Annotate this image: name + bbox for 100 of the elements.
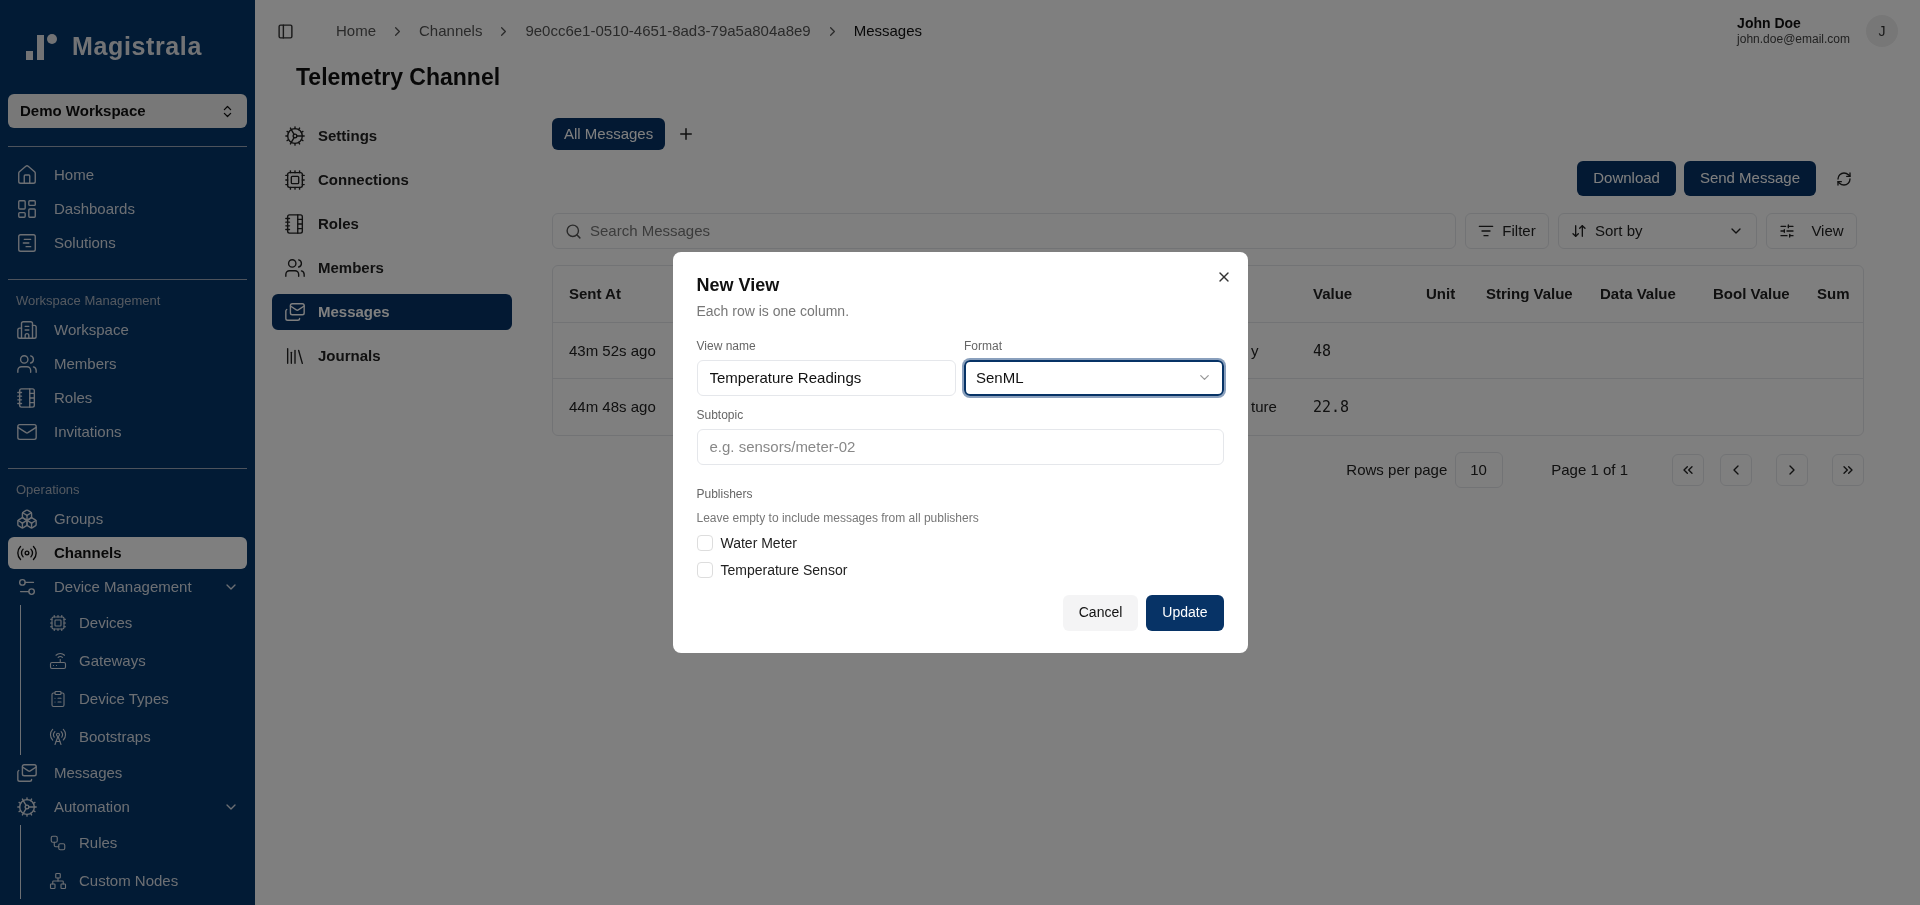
sidebar-toggle-icon[interactable] — [277, 22, 294, 40]
sliders-icon — [16, 576, 38, 598]
nav-item[interactable]: Workspace — [8, 314, 247, 346]
nav-item[interactable]: Roles — [8, 382, 247, 414]
nav-subitem[interactable]: Devices — [41, 605, 247, 641]
nav-item[interactable]: Automation — [8, 791, 247, 823]
router-icon — [49, 652, 67, 670]
cancel-button[interactable]: Cancel — [1062, 594, 1139, 631]
search-field[interactable]: Search Messages — [552, 213, 1456, 249]
chip-icon — [49, 614, 67, 632]
dialog-title: New View — [696, 274, 781, 297]
mail-icon — [16, 421, 38, 443]
subtopic-field[interactable]: e.g. sensors/meter-02 — [696, 428, 1224, 465]
nav-subitem[interactable]: Rules — [41, 825, 247, 861]
nav-item[interactable]: Channels — [8, 537, 247, 569]
action-button[interactable]: Download — [1577, 161, 1676, 196]
notebook-icon — [284, 213, 306, 235]
cog-icon — [284, 125, 306, 147]
section-label: Workspace Management — [15, 292, 162, 311]
column-header: Data Value — [1599, 285, 1676, 302]
dashboard-icon — [16, 198, 38, 220]
nav-subitem[interactable]: Gateways — [41, 643, 247, 679]
chip-icon — [284, 169, 306, 191]
column-header: Sent At — [568, 285, 621, 302]
sort-select[interactable]: Sort by — [1558, 213, 1757, 249]
subnav-item[interactable]: Messages — [272, 294, 512, 330]
nav-item[interactable]: Groups — [8, 503, 247, 535]
table-cell-text: 44m 48s ago — [568, 398, 656, 415]
users-icon — [16, 353, 38, 375]
nav-item[interactable]: Messages — [8, 757, 247, 789]
filter-button[interactable]: Filter — [1465, 213, 1549, 249]
column-header: Value — [1312, 285, 1353, 302]
nav-subitem[interactable]: Bootstraps — [41, 719, 247, 755]
checkbox-label: Temperature Sensor — [720, 560, 848, 580]
page-indicator: Page 1 of 1 — [1551, 459, 1628, 480]
previous-page-button[interactable] — [1720, 454, 1752, 486]
column-header: Sum — [1816, 285, 1850, 302]
mails-icon — [16, 762, 38, 784]
field-label: View name — [696, 337, 757, 355]
field-label: Publishers — [696, 485, 754, 503]
sort-icon — [1571, 223, 1587, 239]
brand-name: Magistrala — [72, 31, 202, 63]
action-button[interactable]: Send Message — [1683, 161, 1816, 196]
breadcrumb-link[interactable]: 9e0cc6e1-0510-4651-8ad3-79a5a804a8e9 — [525, 19, 811, 43]
subnav-item[interactable]: Roles — [272, 206, 512, 242]
breadcrumb-link[interactable]: Messages — [853, 19, 923, 43]
logo-icon — [24, 33, 60, 61]
nav-item[interactable]: Dashboards — [8, 193, 247, 225]
workflow-icon — [49, 834, 67, 852]
update-button[interactable]: Update — [1146, 594, 1224, 631]
antenna-icon — [49, 728, 67, 746]
last-page-button[interactable] — [1832, 454, 1864, 486]
user-email: john.doe@email.com — [1737, 32, 1850, 48]
mails-icon — [284, 301, 306, 323]
column-header: Unit — [1425, 285, 1456, 302]
nav-item[interactable]: Device Management — [8, 571, 247, 603]
search-icon — [565, 222, 582, 240]
workspace-selector[interactable]: Demo Workspace — [8, 94, 247, 128]
column-header: String Value — [1485, 285, 1573, 302]
rows-per-page-label: Rows per page — [1346, 459, 1448, 480]
field-label: Subtopic — [696, 406, 745, 424]
refresh-icon[interactable] — [1836, 170, 1852, 187]
nav-item[interactable]: Solutions — [8, 227, 247, 259]
table-cell-text: 43m 52s ago — [568, 341, 656, 359]
chart-icon — [16, 232, 38, 254]
subnav-item[interactable]: Connections — [272, 162, 512, 198]
table-cell-text: ture — [1250, 398, 1277, 415]
checkbox-label: Water Meter — [720, 533, 797, 553]
users-icon — [284, 257, 306, 279]
breadcrumb-link[interactable]: Home — [336, 19, 376, 43]
table-cell-text: y — [1250, 341, 1259, 359]
checkbox[interactable] — [696, 535, 713, 552]
breadcrumb-link[interactable]: Channels — [419, 19, 483, 43]
dialog-subtitle: Each row is one column. — [696, 301, 851, 321]
user-avatar[interactable]: J — [1866, 15, 1898, 47]
next-page-button[interactable] — [1776, 454, 1808, 486]
nav-item[interactable]: Invitations — [8, 416, 247, 448]
column-header: Bool Value — [1712, 285, 1790, 302]
notebook-icon — [16, 387, 38, 409]
tab[interactable]: All Messages — [552, 118, 666, 150]
home-icon — [16, 164, 38, 186]
search-input[interactable]: Search Messages — [590, 219, 1443, 243]
building-icon — [16, 319, 38, 341]
nav-item[interactable]: Members — [8, 348, 247, 380]
nav-subitem[interactable]: Custom Nodes — [41, 863, 247, 899]
view-button[interactable]: View — [1766, 213, 1857, 249]
filter-icon — [1478, 223, 1495, 239]
view-name-field[interactable]: Temperature Readings — [696, 359, 956, 396]
publishers-hint: Leave empty to include messages from all publishers — [696, 509, 980, 527]
first-page-button[interactable] — [1672, 454, 1704, 486]
nav-subitem[interactable]: Device Types — [41, 681, 247, 717]
subnav-item[interactable]: Journals — [272, 338, 512, 374]
nav-item[interactable]: Home — [8, 159, 247, 191]
format-select[interactable]: SenML — [964, 359, 1224, 396]
subnav-item[interactable]: Members — [272, 250, 512, 286]
rows-per-page-select[interactable]: 10 — [1455, 452, 1504, 488]
checkbox[interactable] — [696, 562, 713, 579]
subnav-item[interactable]: Settings — [272, 118, 512, 154]
sliders-icon — [1779, 223, 1796, 239]
clipboard-icon — [49, 690, 67, 708]
